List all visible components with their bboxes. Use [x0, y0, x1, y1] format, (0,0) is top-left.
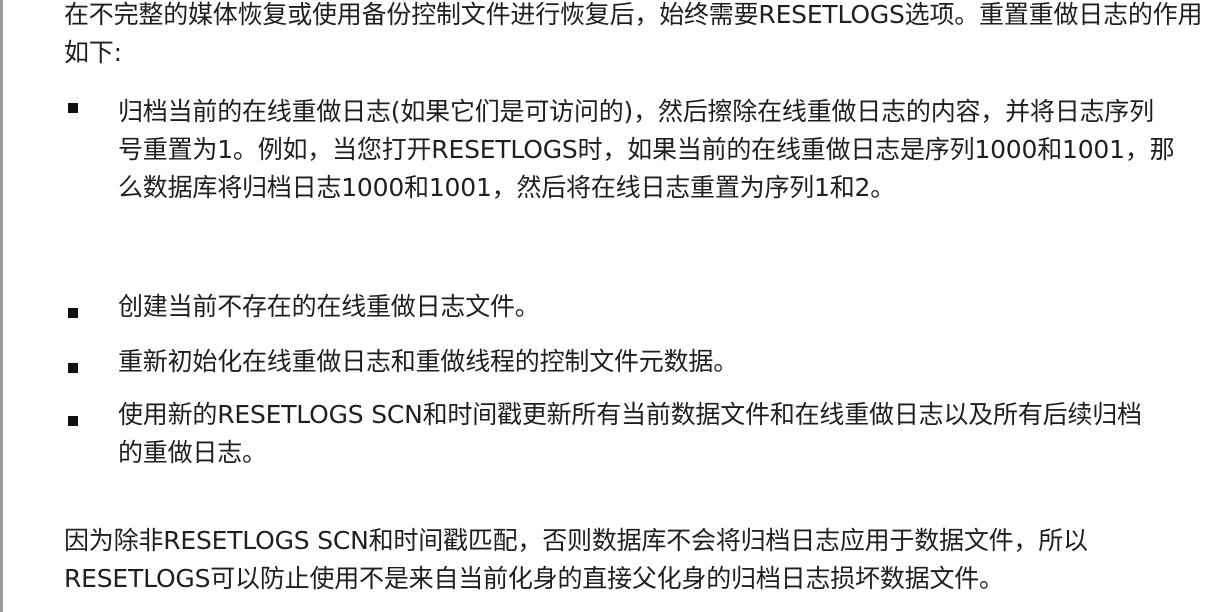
- square-bullet-icon: [68, 103, 78, 113]
- bullet-item-1: 归档当前的在线重做日志(如果它们是可访问的)，然后擦除在线重做日志的内容，并将日…: [64, 93, 1178, 207]
- bullet-item-3: 重新初始化在线重做日志和重做线程的控制文件元数据。: [64, 343, 1214, 381]
- square-bullet-icon: [68, 416, 78, 426]
- document-page: 在不完整的媒体恢复或使用备份控制文件进行恢复后，始终需要RESETLOGS选项。…: [0, 0, 1223, 612]
- bullet-item-2: 创建当前不存在的在线重做日志文件。: [64, 288, 1214, 326]
- square-bullet-icon: [68, 363, 78, 373]
- outro-paragraph: 因为除非RESETLOGS SCN和时间戳匹配，否则数据库不会将归档日志应用于数…: [64, 526, 1088, 593]
- intro-paragraph: 在不完整的媒体恢复或使用备份控制文件进行恢复后，始终需要RESETLOGS选项。…: [64, 0, 1203, 67]
- bullet-text-3: 重新初始化在线重做日志和重做线程的控制文件元数据。: [118, 347, 739, 376]
- square-bullet-icon: [68, 308, 78, 318]
- bullet-text-4: 使用新的RESETLOGS SCN和时间戳更新所有当前数据文件和在线重做日志以及…: [118, 400, 1142, 467]
- bullet-text-2: 创建当前不存在的在线重做日志文件。: [118, 292, 540, 321]
- bullet-text-1: 归档当前的在线重做日志(如果它们是可访问的)，然后擦除在线重做日志的内容，并将日…: [118, 97, 1175, 202]
- bullet-item-4: 使用新的RESETLOGS SCN和时间戳更新所有当前数据文件和在线重做日志以及…: [64, 396, 1158, 472]
- left-border-rule: [0, 0, 3, 612]
